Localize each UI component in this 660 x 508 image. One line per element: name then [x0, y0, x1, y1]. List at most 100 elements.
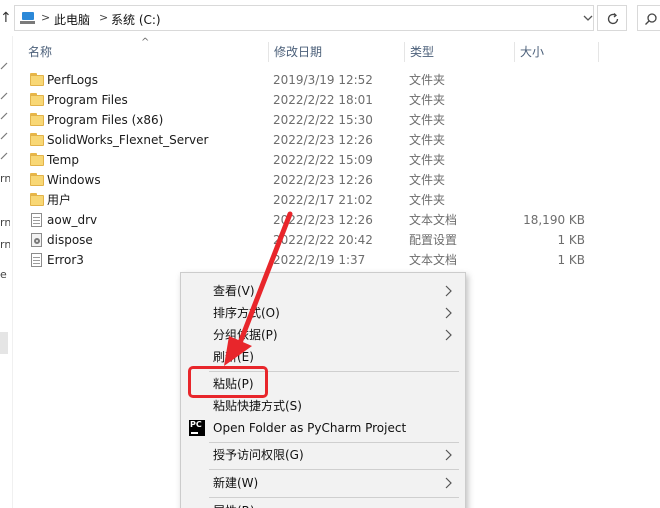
file-date: 2022/2/23 12:26 [273, 213, 373, 227]
text-file-icon [30, 253, 44, 267]
file-name: Temp [47, 153, 79, 167]
file-row[interactable]: 用户 2022/2/17 21:02 文件夹 [14, 190, 660, 210]
file-row[interactable]: Error3 2022/2/19 1:37 文本文档 1 KB [14, 250, 660, 270]
file-date: 2022/2/22 20:42 [273, 233, 373, 247]
file-date: 2022/2/22 15:30 [273, 113, 373, 127]
pycharm-icon: PC [189, 420, 205, 436]
nav-item-fragment[interactable]: e [0, 268, 10, 281]
menu-separator [209, 497, 459, 498]
menu-item-label: 查看(V) [213, 284, 255, 298]
address-bar[interactable]: > 此电脑 > 系统 (C:) [14, 5, 594, 31]
breadcrumb-separator[interactable]: > [41, 11, 50, 24]
folder-icon [30, 133, 44, 147]
menu-item-new[interactable]: 新建(W) [181, 472, 465, 494]
menu-item-label: 新建(W) [213, 476, 259, 490]
file-name: PerfLogs [47, 73, 99, 87]
file-name: Program Files (x86) [47, 113, 164, 127]
file-date: 2022/2/23 12:26 [273, 173, 373, 187]
search-box[interactable] [637, 5, 660, 31]
chevron-right-icon [445, 329, 452, 341]
column-date[interactable]: 修改日期 [268, 40, 402, 64]
paste-highlight-box [188, 366, 268, 398]
nav-item-fragment[interactable]: rn [0, 172, 10, 185]
file-name: 用户 [47, 193, 72, 207]
menu-separator [209, 442, 459, 443]
text-file-icon [30, 213, 44, 227]
menu-item-label: 属性(R) [213, 500, 255, 508]
file-type: 文件夹 [409, 153, 446, 167]
refresh-icon [607, 13, 619, 25]
config-file-icon [30, 233, 44, 247]
chevron-right-icon [445, 285, 452, 297]
column-name[interactable]: 名称 [22, 40, 265, 64]
file-date: 2019/3/19 12:52 [273, 73, 373, 87]
file-row[interactable]: Windows 2022/2/23 12:26 文件夹 [14, 170, 660, 190]
file-row[interactable]: dispose 2022/2/22 20:42 配置设置 1 KB [14, 230, 660, 250]
breadcrumb-this-pc[interactable]: 此电脑 [54, 11, 90, 28]
breadcrumb-drive-c[interactable]: 系统 (C:) [111, 11, 161, 28]
menu-item-sort[interactable]: 排序方式(O) [181, 302, 465, 324]
file-name: Program Files [47, 93, 128, 107]
column-size[interactable]: 大小 [514, 40, 594, 64]
file-row[interactable]: aow_drv 2022/2/23 12:26 文本文档 18,190 KB [14, 210, 660, 230]
chevron-down-icon[interactable] [583, 12, 593, 24]
file-size: 1 KB [557, 253, 585, 267]
menu-item-label: 排序方式(O) [213, 306, 280, 320]
menu-item-pycharm[interactable]: PC Open Folder as PyCharm Project [181, 417, 465, 439]
navigation-pane: rn rn rn e [0, 36, 12, 508]
file-row[interactable]: SolidWorks_Flexnet_Server 2022/2/23 12:2… [14, 130, 660, 150]
pin-icon[interactable] [0, 62, 8, 70]
up-arrow-icon[interactable]: ↑ [0, 8, 12, 28]
file-type: 文件夹 [409, 173, 446, 187]
file-type: 文本文档 [409, 253, 458, 267]
menu-item-grant-access[interactable]: 授予访问权限(G) [181, 444, 465, 466]
menu-item-label: 授予访问权限(G) [213, 448, 304, 462]
search-icon [645, 13, 657, 25]
file-name: Windows [47, 173, 101, 187]
file-date: 2022/2/23 12:26 [273, 133, 373, 147]
chevron-right-icon [445, 449, 452, 461]
menu-item-label: 刷新(E) [213, 350, 254, 364]
file-name: Error3 [47, 253, 84, 267]
pin-icon[interactable] [0, 152, 8, 160]
file-type: 文件夹 [409, 133, 446, 147]
file-type: 文件夹 [409, 113, 446, 127]
menu-item-view[interactable]: 查看(V) [181, 280, 465, 302]
pin-icon[interactable] [0, 112, 8, 120]
file-date: 2022/2/17 21:02 [273, 193, 373, 207]
address-row: ↑ > 此电脑 > 系统 (C:) [0, 0, 660, 36]
file-type: 文件夹 [409, 73, 446, 87]
folder-icon [30, 153, 44, 167]
file-size: 18,190 KB [523, 213, 585, 227]
pin-icon[interactable] [0, 132, 8, 140]
menu-item-paste-shortcut[interactable]: 粘贴快捷方式(S) [181, 395, 465, 417]
file-date: 2022/2/22 15:09 [273, 153, 373, 167]
menu-separator [209, 469, 459, 470]
nav-selected-item[interactable] [0, 332, 8, 354]
menu-item-group[interactable]: 分组依据(P) [181, 324, 465, 346]
column-separator[interactable] [598, 42, 599, 62]
file-row[interactable]: Temp 2022/2/22 15:09 文件夹 [14, 150, 660, 170]
folder-icon [30, 173, 44, 187]
nav-item-fragment[interactable]: rn [0, 216, 10, 229]
file-row[interactable]: Program Files (x86) 2022/2/22 15:30 文件夹 [14, 110, 660, 130]
menu-item-label: 粘贴快捷方式(S) [213, 399, 302, 413]
refresh-button[interactable] [597, 5, 627, 31]
file-row[interactable]: PerfLogs 2019/3/19 12:52 文件夹 [14, 70, 660, 90]
file-type: 配置设置 [409, 233, 458, 247]
file-type: 文件夹 [409, 93, 446, 107]
pane-divider [12, 36, 13, 508]
column-type[interactable]: 类型 [404, 40, 512, 64]
folder-icon [30, 193, 44, 207]
chevron-right-icon [445, 307, 452, 319]
file-row[interactable]: Program Files 2022/2/22 18:01 文件夹 [14, 90, 660, 110]
file-date: 2022/2/22 18:01 [273, 93, 373, 107]
breadcrumb-separator[interactable]: > [99, 11, 108, 24]
nav-item-fragment[interactable]: rn [0, 238, 10, 251]
file-type: 文本文档 [409, 213, 458, 227]
file-size: 1 KB [557, 233, 585, 247]
folder-icon [30, 73, 44, 87]
pin-icon[interactable] [0, 92, 8, 100]
menu-item-refresh[interactable]: 刷新(E) [181, 346, 465, 368]
menu-item-properties[interactable]: 属性(R) [181, 500, 465, 508]
